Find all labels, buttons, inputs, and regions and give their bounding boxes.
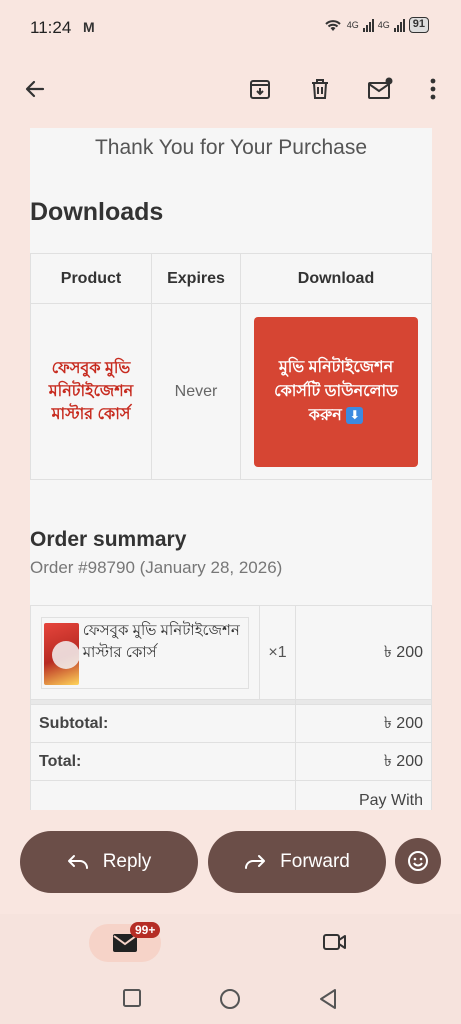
order-item-row: ফেসবুক মুভি মনিটাইজেশন মাস্টার কোর্স ×1 …	[30, 605, 432, 700]
order-summary-table: ফেসবুক মুভি মনিটাইজেশন মাস্টার কোর্স ×1 …	[30, 605, 432, 810]
forward-icon	[245, 855, 266, 869]
forward-button[interactable]: Forward	[208, 831, 386, 893]
total-value: ৳ 200	[295, 742, 432, 781]
recents-icon[interactable]	[122, 988, 142, 1008]
total-row: Total: ৳ 200	[30, 742, 432, 781]
order-item-name: ফেসবুক মুভি মনিটাইজেশন মাস্টার কোর্স	[82, 621, 240, 661]
gmail-notification-icon: M	[83, 19, 95, 35]
order-number: Order #98790 (January 28, 2026)	[30, 558, 283, 577]
back-nav-icon[interactable]	[318, 988, 338, 1010]
unread-badge: 99+	[130, 922, 161, 938]
reply-label: Reply	[102, 851, 152, 872]
downloads-title: Downloads	[30, 198, 164, 226]
downloads-table: Product Expires Download ফেসবুক মুভি মনি…	[30, 253, 432, 480]
mark-unread-icon[interactable]	[363, 72, 397, 106]
video-camera-icon	[323, 934, 346, 950]
bottom-navigation: 99+	[0, 914, 461, 1024]
header-product: Product	[30, 253, 152, 304]
network-type-2: 4G	[377, 20, 390, 30]
order-summary-title: Order summary	[30, 528, 187, 551]
forward-label: Forward	[280, 851, 350, 872]
download-button[interactable]: মুভি মনিটাইজেশন কোর্সটি ডাউনলোড করুন ⬇	[254, 316, 418, 467]
reply-button[interactable]: Reply	[20, 831, 198, 893]
subtotal-label: Subtotal:	[30, 704, 296, 743]
down-arrow-icon: ⬇	[346, 406, 364, 424]
product-link[interactable]: ফেসবুক মুভি মনিটাইজেশন মাস্টার কোর্স	[31, 357, 151, 426]
network-type-1: 4G	[346, 20, 359, 30]
subtotal-value: ৳ 200	[295, 704, 432, 743]
reply-icon	[67, 855, 88, 869]
signal-icon	[362, 18, 374, 32]
more-vert-icon[interactable]	[416, 72, 450, 106]
pay-with-label: Pay With	[295, 780, 432, 810]
total-label: Total:	[30, 742, 296, 781]
download-button-label: মুভি মনিটাইজেশন কোর্সটি ডাউনলোড করুন	[274, 358, 398, 424]
back-arrow-icon[interactable]	[18, 72, 52, 106]
header-download: Download	[240, 253, 432, 304]
home-icon[interactable]	[219, 988, 241, 1010]
email-toolbar	[0, 60, 461, 118]
meet-tab[interactable]	[322, 932, 348, 957]
status-bar: 11:24 M 4G 4G 91	[0, 0, 461, 56]
status-time: 11:24	[30, 18, 72, 37]
expires-value: Never	[151, 303, 241, 480]
delete-icon[interactable]	[303, 72, 337, 106]
emoji-reaction-button[interactable]	[395, 838, 441, 884]
header-expires: Expires	[151, 253, 241, 304]
status-indicators: 4G 4G 91	[323, 17, 429, 33]
email-body: Thank You for Your Purchase Downloads Pr…	[30, 128, 432, 810]
payment-row: Pay With	[30, 780, 432, 810]
signal-icon	[393, 18, 405, 32]
thanks-heading: Thank You for Your Purchase	[94, 136, 368, 159]
order-item-price: ৳ 200	[295, 605, 432, 700]
wifi-icon	[325, 20, 341, 31]
order-item-qty: ×1	[259, 605, 296, 700]
product-thumbnail	[44, 622, 80, 685]
subtotal-row: Subtotal: ৳ 200	[30, 704, 432, 743]
archive-icon[interactable]	[243, 72, 277, 106]
battery-icon: 91	[408, 17, 429, 33]
smiley-icon	[408, 851, 428, 871]
